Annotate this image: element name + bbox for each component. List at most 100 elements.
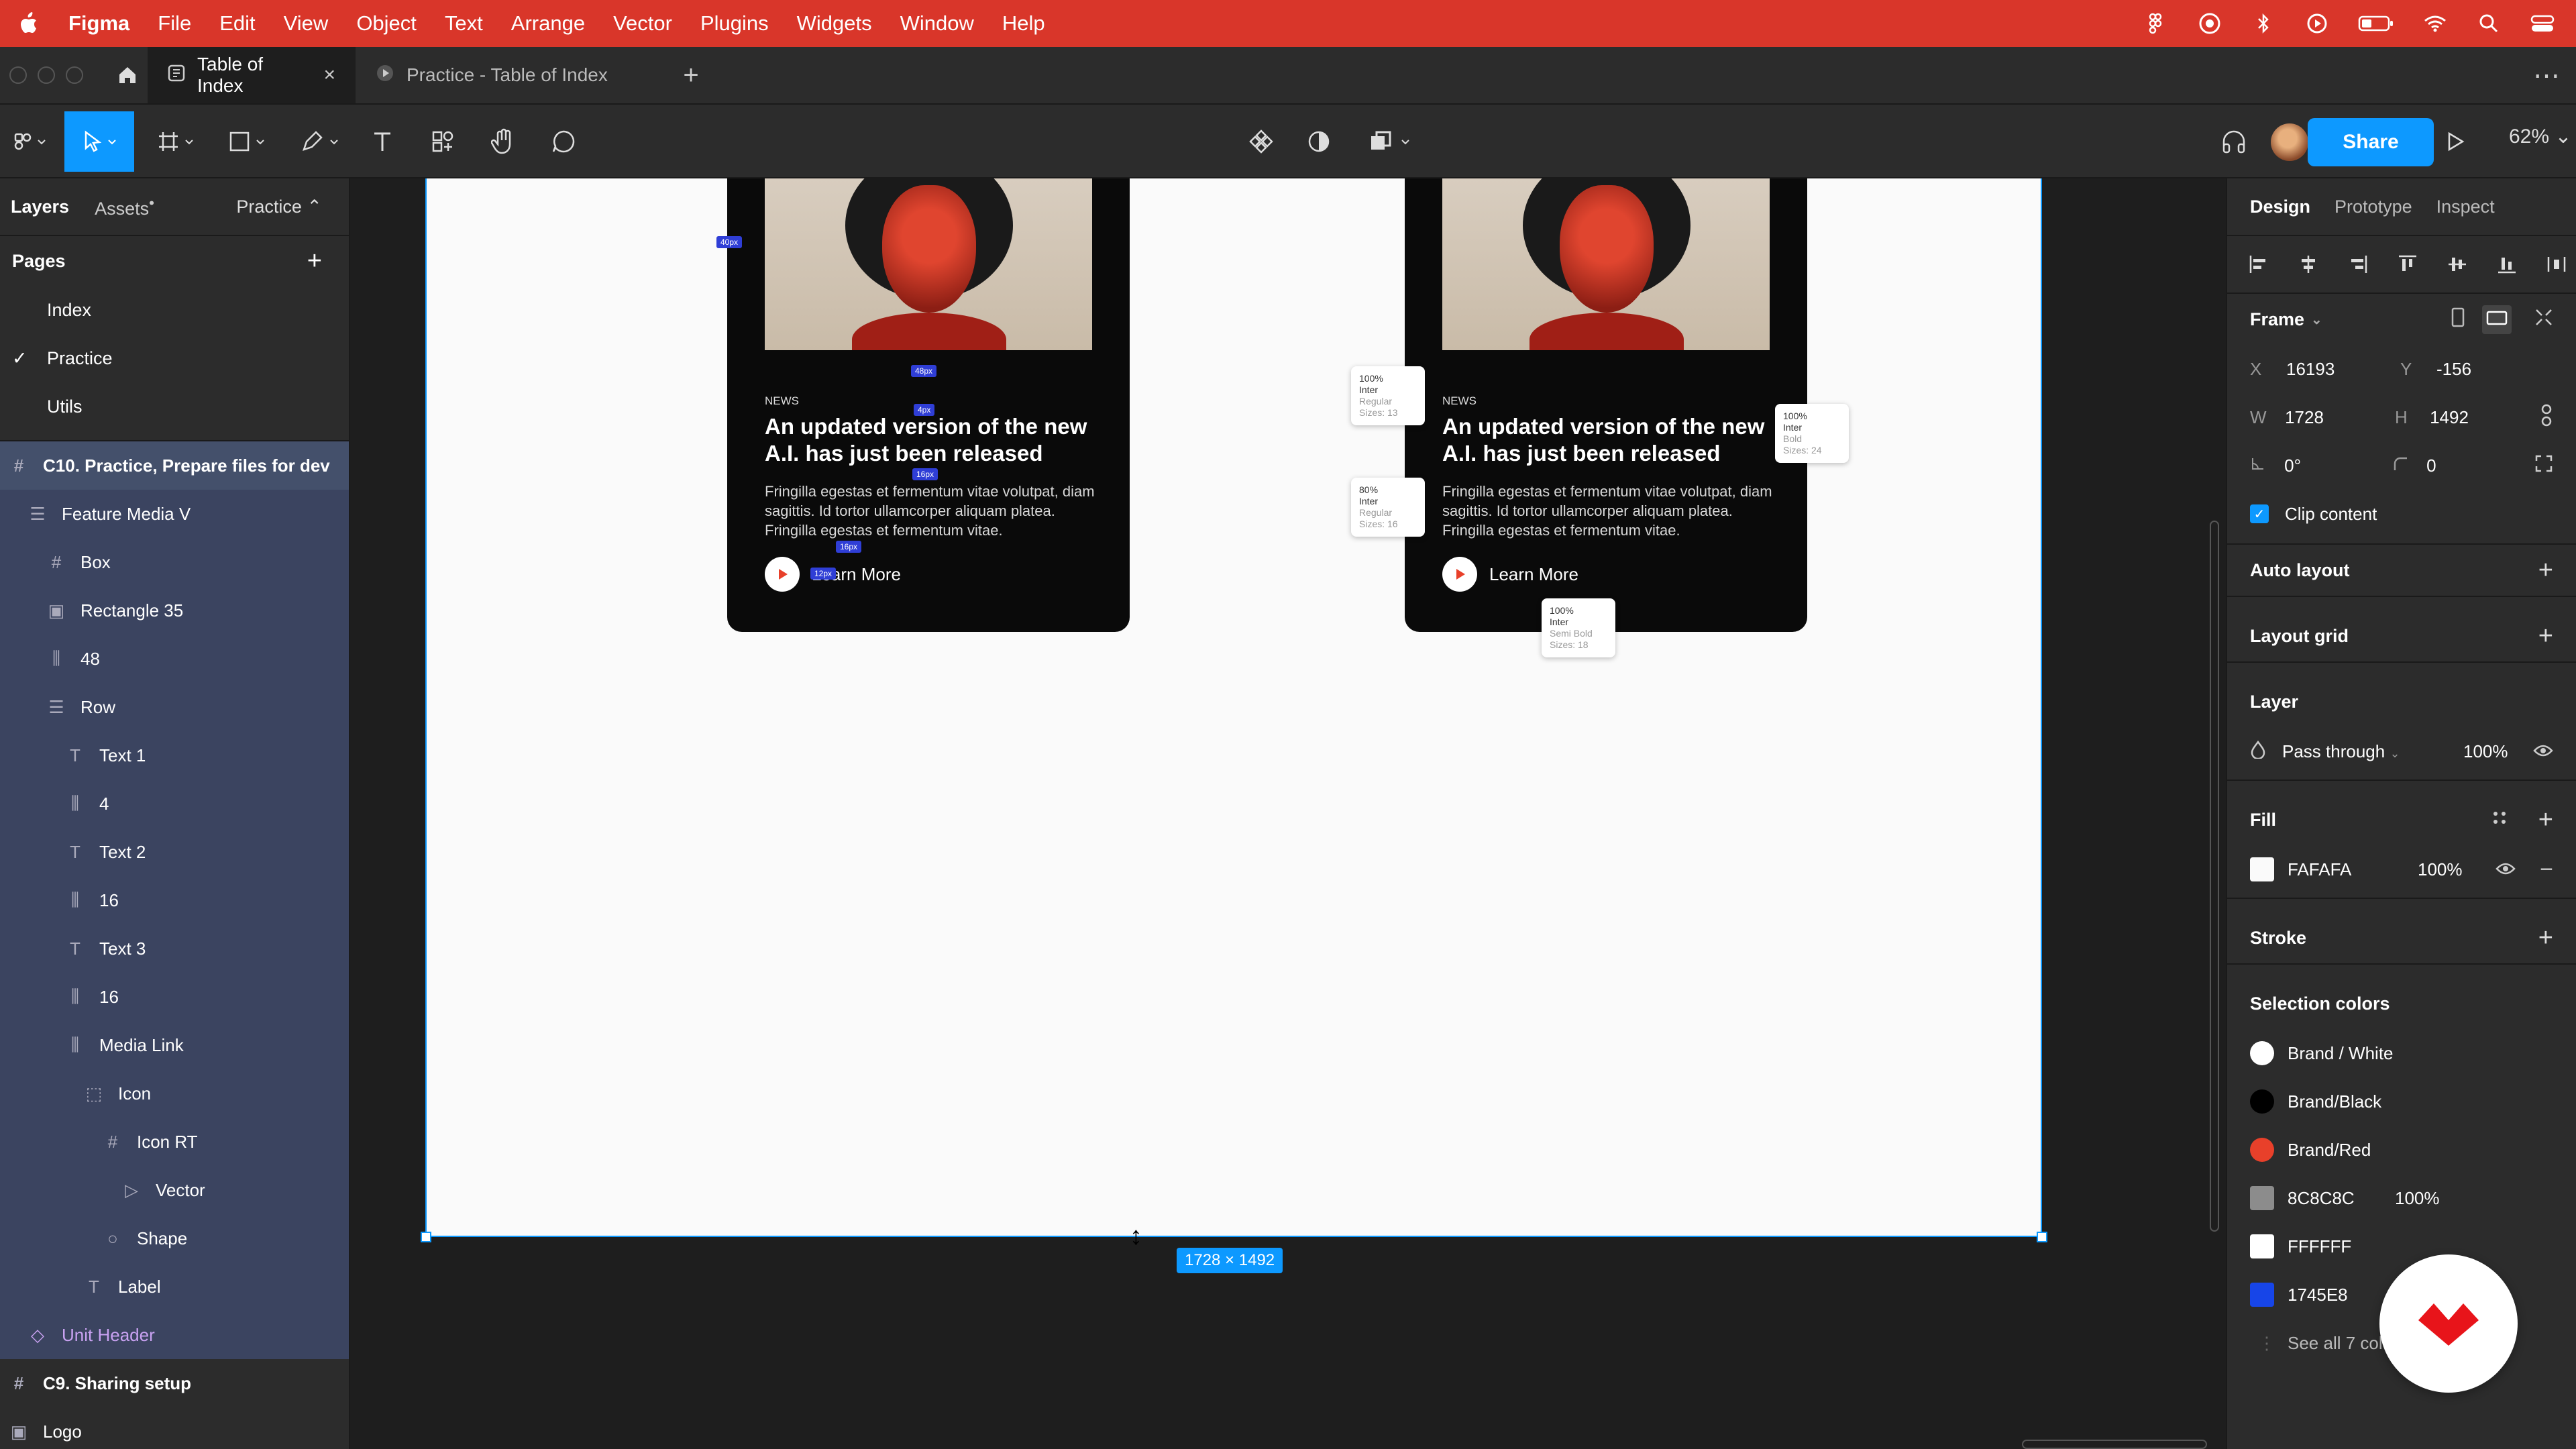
resize-handle[interactable] — [2037, 1232, 2047, 1242]
align-right-icon[interactable] — [2348, 254, 2368, 274]
layer-item[interactable]: ⫼ 16 — [0, 973, 349, 1021]
zoom-window-button[interactable] — [66, 66, 83, 84]
portrait-icon[interactable] — [2451, 307, 2465, 332]
align-center-v-icon[interactable] — [2447, 254, 2467, 274]
styles-icon[interactable] — [2491, 810, 2508, 830]
add-auto-layout-icon[interactable]: + — [2538, 556, 2553, 585]
more-icon[interactable]: ⋯ — [2533, 47, 2560, 105]
present-icon[interactable] — [2435, 111, 2475, 172]
horizontal-scrollbar[interactable] — [2022, 1440, 2207, 1449]
eye-icon[interactable] — [2496, 859, 2516, 880]
layer-item[interactable]: # Icon RT — [0, 1118, 349, 1166]
color-swatch[interactable] — [2250, 1186, 2274, 1210]
move-tool[interactable] — [64, 111, 134, 172]
align-top-icon[interactable] — [2398, 254, 2418, 274]
page-item-utils[interactable]: Utils — [0, 382, 349, 431]
minimize-window-button[interactable] — [38, 66, 55, 84]
menu-help[interactable]: Help — [1002, 11, 1045, 36]
radius-input[interactable]: 0 — [2426, 455, 2534, 476]
layer-item[interactable]: ☰ Feature Media V — [0, 490, 349, 538]
eye-icon[interactable] — [2533, 741, 2553, 762]
selected-frame[interactable]: NEWS An updated version of the new A.I. … — [425, 178, 2042, 1237]
layer-opacity-input[interactable]: 100% — [2463, 741, 2508, 762]
layer-item[interactable]: ⫼ Media Link — [0, 1021, 349, 1069]
color-swatch[interactable] — [2250, 1234, 2274, 1258]
menu-plugins[interactable]: Plugins — [700, 11, 769, 36]
selection-color-row[interactable]: Brand/Black — [2250, 1077, 2553, 1126]
apple-icon[interactable] — [15, 10, 42, 37]
vertical-scrollbar[interactable] — [2210, 521, 2219, 1232]
tab-inspect[interactable]: Inspect — [2436, 197, 2495, 217]
constrain-proportions-icon[interactable] — [2540, 404, 2553, 431]
text-tool-icon[interactable] — [362, 111, 402, 172]
bluetooth-icon[interactable] — [2250, 10, 2277, 37]
close-tab-icon[interactable]: × — [323, 64, 335, 87]
width-input[interactable]: 1728 — [2285, 407, 2395, 428]
independent-corners-icon[interactable] — [2534, 454, 2553, 478]
x-input[interactable]: 16193 — [2286, 359, 2400, 380]
resources-tool-icon[interactable] — [423, 111, 463, 172]
fill-opacity-input[interactable]: 100% — [2418, 859, 2463, 880]
fill-hex-input[interactable]: FAFAFA — [2288, 859, 2418, 880]
page-dropdown[interactable]: Practice ⌃ — [236, 197, 322, 217]
shape-tool-icon[interactable] — [219, 111, 279, 172]
boolean-icon[interactable] — [1362, 111, 1422, 172]
menu-object[interactable]: Object — [356, 11, 417, 36]
y-input[interactable]: -156 — [2436, 359, 2551, 380]
layer-item[interactable]: ⫼ 16 — [0, 876, 349, 924]
home-icon[interactable] — [107, 47, 148, 103]
hand-tool-icon[interactable] — [483, 111, 523, 172]
layer-item[interactable]: # C10. Practice, Prepare files for dev — [0, 441, 349, 490]
mask-icon[interactable] — [1299, 111, 1339, 172]
frame-dropdown[interactable]: Frame ⌄ — [2250, 294, 2553, 345]
search-icon[interactable] — [2475, 10, 2502, 37]
main-menu-button[interactable] — [4, 111, 55, 172]
layer-item[interactable]: ⫼ 48 — [0, 635, 349, 683]
layer-item[interactable]: T Label — [0, 1263, 349, 1311]
menu-vector[interactable]: Vector — [613, 11, 672, 36]
menu-window[interactable]: Window — [900, 11, 974, 36]
tab-practice-table-of-index[interactable]: Practice - Table of Index — [356, 47, 671, 103]
menu-edit[interactable]: Edit — [219, 11, 255, 36]
creative-cloud-icon[interactable] — [2196, 10, 2223, 37]
layer-item[interactable]: # Box — [0, 538, 349, 586]
feature-card-annotated[interactable]: NEWS An updated version of the new A.I. … — [1405, 178, 1807, 632]
color-swatch[interactable] — [2250, 1041, 2274, 1065]
resize-handle[interactable] — [421, 1232, 431, 1242]
layer-item[interactable]: ▷ Vector — [0, 1166, 349, 1214]
fill-swatch[interactable] — [2250, 857, 2274, 881]
layer-item[interactable]: T Text 3 — [0, 924, 349, 973]
add-page-icon[interactable]: + — [307, 247, 322, 276]
add-fill-icon[interactable]: + — [2538, 806, 2553, 835]
floating-logo-badge[interactable] — [2379, 1254, 2518, 1393]
avatar[interactable] — [2271, 123, 2308, 161]
layer-item[interactable]: # C9. Sharing setup — [0, 1359, 349, 1407]
layer-item[interactable]: ⫼ 4 — [0, 780, 349, 828]
layer-item[interactable]: ◇ Unit Header — [0, 1311, 349, 1359]
selection-color-row[interactable]: Brand/Red — [2250, 1126, 2553, 1174]
layer-item[interactable]: T Text 1 — [0, 731, 349, 780]
menu-app-figma[interactable]: Figma — [68, 11, 129, 36]
add-stroke-icon[interactable]: + — [2538, 924, 2553, 953]
remove-fill-icon[interactable]: − — [2540, 857, 2553, 883]
new-tab-button[interactable]: + — [671, 47, 711, 103]
color-swatch[interactable] — [2250, 1283, 2274, 1307]
frame-tool-icon[interactable] — [148, 111, 208, 172]
align-center-h-icon[interactable] — [2298, 254, 2318, 274]
clip-content-row[interactable]: ✓ Clip content — [2250, 490, 2553, 538]
menu-arrange[interactable]: Arrange — [511, 11, 585, 36]
layer-item[interactable]: ⬚ Icon — [0, 1069, 349, 1118]
layer-item[interactable]: ▣ Rectangle 35 — [0, 586, 349, 635]
zoom-dropdown[interactable]: 62% ⌄ — [2509, 125, 2572, 148]
height-input[interactable]: 1492 — [2430, 407, 2540, 428]
battery-icon[interactable] — [2357, 10, 2395, 37]
comment-tool-icon[interactable] — [543, 111, 584, 172]
layer-item[interactable]: T Text 2 — [0, 828, 349, 876]
share-button[interactable]: Share — [2308, 118, 2434, 166]
distribute-icon[interactable] — [2546, 254, 2567, 274]
media-link[interactable]: Learn More — [1442, 557, 1578, 592]
selection-color-row[interactable]: 8C8C8C 100% — [2250, 1174, 2553, 1222]
clip-content-checkbox[interactable]: ✓ — [2250, 504, 2269, 523]
layer-item[interactable]: ○ Shape — [0, 1214, 349, 1263]
add-layout-grid-icon[interactable]: + — [2538, 622, 2553, 651]
